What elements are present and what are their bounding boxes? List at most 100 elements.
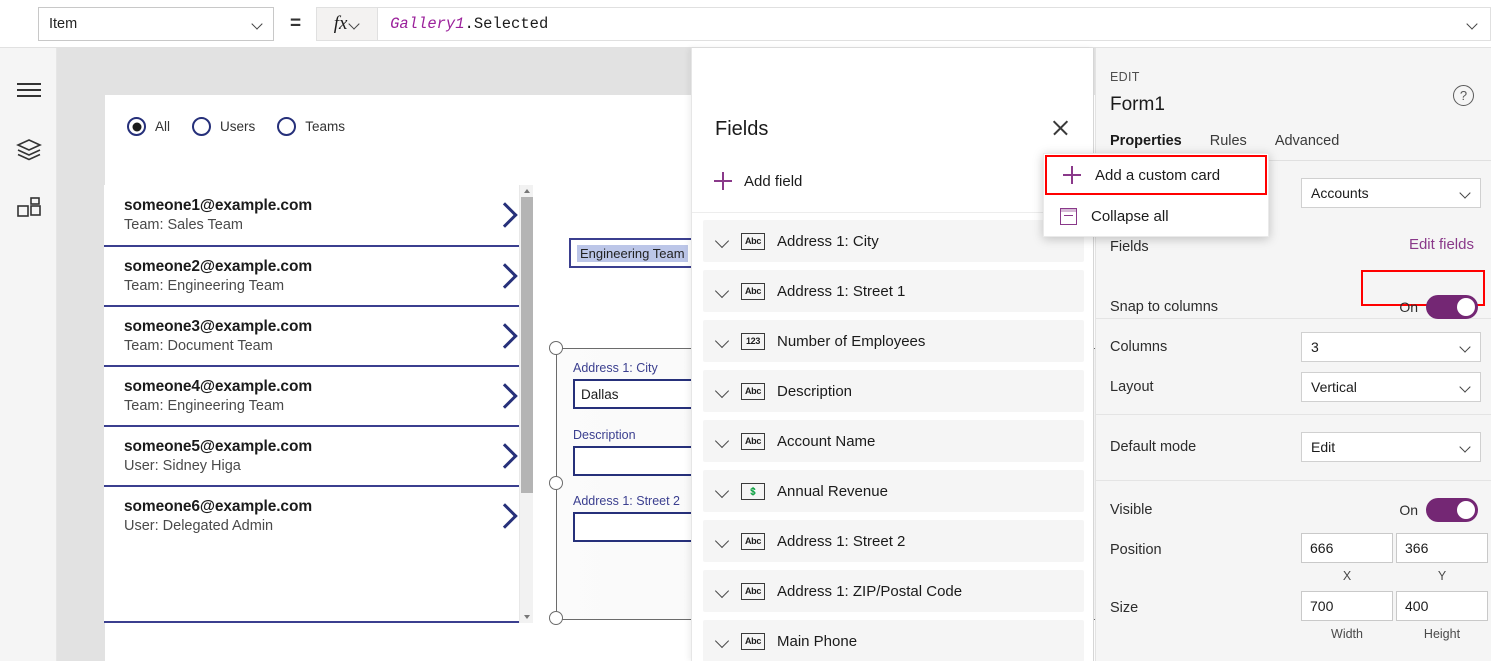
card-input-value: Dallas <box>581 387 619 402</box>
gallery-row[interactable]: someone2@example.com Team: Engineering T… <box>104 245 533 305</box>
menu-item-add-custom-card[interactable]: Add a custom card <box>1045 155 1267 195</box>
menu-item-label: Add a custom card <box>1095 167 1220 184</box>
gallery-row-subtitle: Team: Document Team <box>124 338 312 354</box>
gallery-row-title: someone6@example.com <box>124 498 312 516</box>
gallery-row[interactable]: someone5@example.com User: Sidney Higa <box>104 425 533 485</box>
gallery-scrollbar[interactable] <box>519 185 533 623</box>
chevron-down-icon[interactable] <box>715 334 729 348</box>
gallery-row-title: someone4@example.com <box>124 378 312 396</box>
snap-toggle[interactable] <box>1426 295 1478 319</box>
visible-toggle[interactable] <box>1426 498 1478 522</box>
fx-button[interactable]: fx <box>316 7 378 41</box>
position-y-caption: Y <box>1396 569 1488 583</box>
size-width-input[interactable]: 700 <box>1301 591 1393 621</box>
size-height-input[interactable]: 400 <box>1396 591 1488 621</box>
field-list-item[interactable]: 💲 Annual Revenue <box>703 470 1084 512</box>
chevron-down-icon[interactable] <box>715 584 729 598</box>
radio-all[interactable]: All <box>127 117 170 136</box>
gallery-row-title: someone5@example.com <box>124 438 312 456</box>
rail-item-menu[interactable] <box>0 60 57 120</box>
field-name: Address 1: City <box>777 233 879 250</box>
row-position: Position 666 366 <box>1096 533 1491 567</box>
property-select[interactable]: Item <box>38 7 274 41</box>
properties-panel: EDIT Form1 ? Properties Rules Advanced A… <box>1095 48 1491 661</box>
chevron-down-icon[interactable] <box>715 534 729 548</box>
data-source-value: Accounts <box>1311 185 1369 201</box>
resize-handle-left-middle[interactable] <box>549 476 563 490</box>
field-list-item[interactable]: Abc Address 1: City <box>703 220 1084 262</box>
field-list-item[interactable]: Abc Account Name <box>703 420 1084 462</box>
row-columns: Columns 3 <box>1096 330 1491 364</box>
field-name: Main Phone <box>777 633 857 650</box>
default-mode-dropdown[interactable]: Edit <box>1301 432 1481 462</box>
resize-handle-bottom-left[interactable] <box>549 611 563 625</box>
chevron-down-icon[interactable] <box>715 634 729 648</box>
formula-rest: .Selected <box>465 15 549 33</box>
field-list-item[interactable]: Abc Address 1: Street 1 <box>703 270 1084 312</box>
chevron-right-icon[interactable] <box>495 263 513 289</box>
gallery-row-subtitle: Team: Engineering Team <box>124 398 312 414</box>
layout-dropdown[interactable]: Vertical <box>1301 372 1481 402</box>
gallery-control[interactable]: someone1@example.com Team: Sales Team so… <box>104 185 533 623</box>
field-list-item[interactable]: 123 Number of Employees <box>703 320 1084 362</box>
gallery-row[interactable]: someone1@example.com Team: Sales Team <box>104 185 533 245</box>
rail-item-screens[interactable] <box>0 120 57 180</box>
fields-row-label: Fields <box>1110 239 1149 255</box>
gallery-row[interactable]: someone4@example.com Team: Engineering T… <box>104 365 533 425</box>
field-list-item[interactable]: Abc Address 1: Street 2 <box>703 520 1084 562</box>
resize-handle-top-left[interactable] <box>549 341 563 355</box>
team-combobox-value: Engineering Team <box>577 245 688 262</box>
size-width-caption: Width <box>1301 627 1393 641</box>
tab-rules[interactable]: Rules <box>1210 133 1247 155</box>
row-size: Size 700 400 <box>1096 591 1491 625</box>
chevron-down-icon[interactable] <box>715 384 729 398</box>
radio-teams[interactable]: Teams <box>277 117 345 136</box>
radio-label: All <box>155 119 170 134</box>
chevron-down-icon[interactable] <box>715 484 729 498</box>
fields-list: Abc Address 1: City Abc Address 1: Stree… <box>703 220 1084 661</box>
position-x-input[interactable]: 666 <box>1301 533 1393 563</box>
hamburger-icon <box>17 83 41 97</box>
gallery-row-title: someone2@example.com <box>124 258 312 276</box>
field-list-item[interactable]: Abc Main Phone <box>703 620 1084 661</box>
rail-item-insert[interactable] <box>0 180 57 240</box>
gallery-row[interactable]: someone6@example.com User: Delegated Adm… <box>104 485 533 545</box>
gallery-scroll-thumb[interactable] <box>521 197 533 493</box>
field-list-item[interactable]: Abc Address 1: ZIP/Postal Code <box>703 570 1084 612</box>
fields-context-menu: Add a custom card Collapse all <box>1043 153 1269 237</box>
chevron-right-icon[interactable] <box>495 202 513 228</box>
columns-dropdown[interactable]: 3 <box>1301 332 1481 362</box>
position-y-value: 366 <box>1405 540 1428 556</box>
chevron-right-icon[interactable] <box>495 443 513 469</box>
field-list-item[interactable]: Abc Description <box>703 370 1084 412</box>
menu-item-collapse-all[interactable]: Collapse all <box>1044 196 1268 236</box>
gallery-row[interactable]: someone3@example.com Team: Document Team <box>104 305 533 365</box>
chevron-down-icon <box>1461 382 1471 392</box>
formula-expand-icon[interactable] <box>1468 19 1478 29</box>
tab-advanced[interactable]: Advanced <box>1275 133 1340 155</box>
formula-input[interactable]: Gallery1.Selected <box>378 7 1491 41</box>
field-name: Address 1: ZIP/Postal Code <box>777 583 962 600</box>
add-field-button[interactable]: Add field <box>704 166 812 196</box>
chevron-down-icon[interactable] <box>715 234 729 248</box>
tab-properties[interactable]: Properties <box>1110 133 1182 155</box>
properties-eyebrow: EDIT <box>1110 70 1140 84</box>
gallery-row-subtitle: User: Delegated Admin <box>124 518 312 534</box>
scroll-down-icon[interactable] <box>524 615 530 619</box>
visible-label: Visible <box>1110 502 1152 518</box>
chevron-down-icon[interactable] <box>715 284 729 298</box>
close-icon[interactable] <box>1051 118 1073 140</box>
data-source-dropdown[interactable]: Accounts <box>1301 178 1481 208</box>
edit-fields-link[interactable]: Edit fields <box>1409 236 1474 253</box>
properties-divider <box>1096 480 1491 481</box>
position-y-input[interactable]: 366 <box>1396 533 1488 563</box>
chevron-right-icon[interactable] <box>495 503 513 529</box>
help-icon[interactable]: ? <box>1453 85 1475 107</box>
chevron-down-icon[interactable] <box>715 434 729 448</box>
scroll-up-icon[interactable] <box>524 189 530 193</box>
row-visible: Visible On <box>1096 493 1491 527</box>
chevron-right-icon[interactable] <box>495 383 513 409</box>
chevron-right-icon[interactable] <box>495 323 513 349</box>
radio-users[interactable]: Users <box>192 117 255 136</box>
radio-label: Teams <box>305 119 345 134</box>
